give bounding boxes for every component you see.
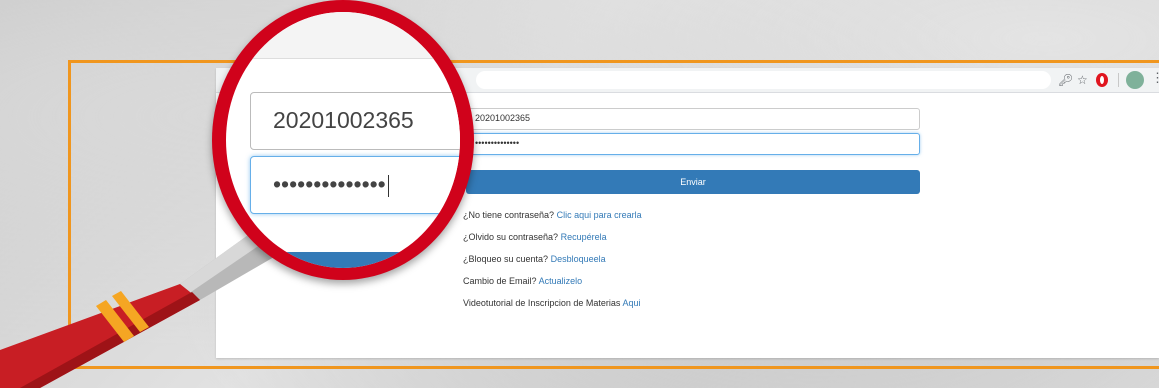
list-item: ¿Olvido su contraseña? Recupérela	[463, 232, 607, 242]
list-item: ¿No tiene contraseña? Clic aqui para cre…	[463, 210, 642, 220]
text-cursor	[387, 174, 389, 197]
unlock-account-link[interactable]: Desbloqueela	[551, 254, 606, 264]
create-password-link[interactable]: Clic aqui para crearla	[557, 210, 642, 220]
link-prefix: Videotutorial de Inscripcion de Materias	[463, 298, 621, 308]
recover-password-link[interactable]: Recupérela	[561, 232, 607, 242]
send-button[interactable]: Enviar	[466, 170, 920, 194]
star-icon[interactable]: ☆	[1077, 70, 1088, 90]
magnified-toolbar	[226, 12, 460, 59]
kebab-menu-icon[interactable]: ⋮	[1151, 70, 1159, 86]
address-bar[interactable]	[476, 71, 1051, 89]
list-item: ¿Bloqueo su cuenta? Desbloqueela	[463, 254, 606, 264]
video-tutorial-link[interactable]: Aqui	[622, 298, 640, 308]
magnifier-lens: 20201002365 ••••••••••••••	[226, 12, 460, 268]
profile-avatar[interactable]	[1126, 71, 1144, 89]
link-prefix: Cambio de Email?	[463, 276, 537, 286]
link-prefix: ¿Olvido su contraseña?	[463, 232, 559, 242]
magnified-password-dots: ••••••••••••••	[273, 171, 386, 197]
list-item: Cambio de Email? Actualizelo	[463, 276, 582, 286]
magnified-send-button	[250, 252, 460, 268]
username-input[interactable]: 20201002365	[466, 108, 920, 130]
toolbar-separator	[1118, 73, 1119, 87]
magnified-password: ••••••••••••••	[250, 156, 460, 214]
update-email-link[interactable]: Actualizelo	[539, 276, 583, 286]
password-input[interactable]: ••••••••••••••	[466, 133, 920, 155]
link-prefix: ¿No tiene contraseña?	[463, 210, 555, 220]
magnified-form: 20201002365 ••••••••••••••	[226, 12, 460, 268]
key-icon[interactable]: 🔑︎	[1058, 70, 1073, 90]
link-prefix: ¿Bloqueo su cuenta?	[463, 254, 549, 264]
list-item: Videotutorial de Inscripcion de Materias…	[463, 298, 640, 308]
opera-icon[interactable]	[1096, 73, 1108, 87]
magnified-username: 20201002365	[250, 92, 460, 150]
